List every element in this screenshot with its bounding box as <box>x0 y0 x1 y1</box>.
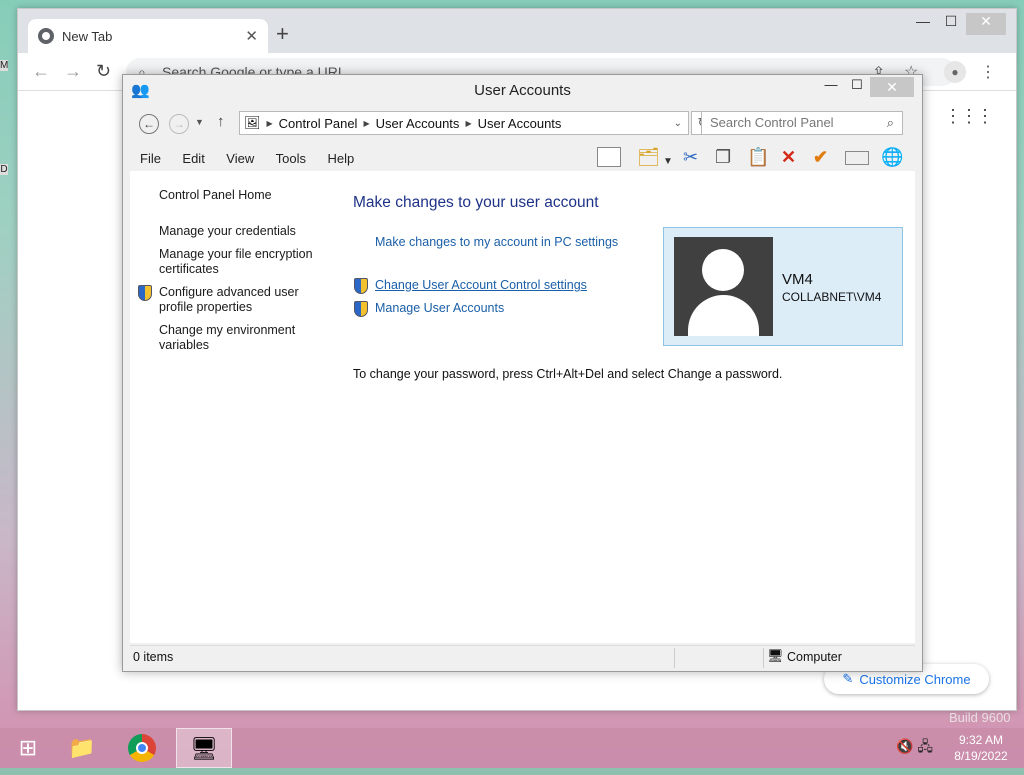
account-name: VM4 <box>782 271 813 288</box>
address-dropdown-icon[interactable]: ⌄ <box>674 118 682 129</box>
search-control-panel-input[interactable]: Search Control Panel ⌕ <box>701 111 903 135</box>
volume-muted-icon[interactable]: 🔇 <box>896 738 913 754</box>
pc-settings-link[interactable]: Make changes to my account in PC setting… <box>375 235 618 249</box>
breadcrumb-separator-icon[interactable]: ▶ <box>363 119 369 128</box>
sidebar-file-encryption[interactable]: Manage your file encryption certificates <box>159 247 324 277</box>
search-icon: ⌕ <box>886 115 894 130</box>
chrome-tab[interactable]: New Tab ✕ <box>28 19 268 53</box>
taskbar-clock[interactable]: 9:32 AM 8/19/2022 <box>946 732 1016 764</box>
breadcrumb-separator-icon[interactable]: ▶ <box>465 119 471 128</box>
account-card: VM4 COLLABNET\VM4 <box>663 227 903 346</box>
breadcrumb-user-accounts-current[interactable]: User Accounts <box>478 116 562 131</box>
status-divider <box>674 648 675 668</box>
forward-arrow-icon[interactable]: → <box>169 114 189 134</box>
user-accounts-window: 👥 User Accounts — ☐ ✕ ← → ▼ ↑ 🖼 ▶ Contro… <box>122 74 923 672</box>
sidebar-environment-variables[interactable]: Change my environment variables <box>159 323 309 353</box>
chrome-maximize-button[interactable]: ☐ <box>940 13 962 35</box>
toolbar-dropdown-icon[interactable]: ▼ <box>663 152 673 172</box>
sidebar-manage-credentials[interactable]: Manage your credentials <box>159 224 296 239</box>
uac-shield-icon <box>354 278 368 294</box>
cut-icon[interactable]: ✂ <box>683 147 698 167</box>
breadcrumb-user-accounts[interactable]: User Accounts <box>376 116 460 131</box>
manage-user-accounts-link[interactable]: Manage User Accounts <box>375 301 504 315</box>
chrome-favicon-icon <box>38 28 54 44</box>
rename-icon[interactable] <box>845 151 869 165</box>
back-button[interactable]: ← <box>32 61 50 82</box>
layout-pane-icon[interactable] <box>597 147 621 167</box>
address-bar[interactable]: 🖼 ▶ Control Panel ▶ User Accounts ▶ User… <box>239 111 689 135</box>
address-bar-row: ← → ▼ ↑ 🖼 ▶ Control Panel ▶ User Account… <box>131 111 916 137</box>
globe-icon[interactable]: 🌐 <box>881 147 903 167</box>
profile-avatar-icon[interactable]: ● <box>944 61 966 83</box>
taskbar: ⊞ 📁 🖥 🔇 🖧 9:32 AM 8/19/2022 <box>0 728 1024 768</box>
recent-locations-dropdown-icon[interactable]: ▼ <box>195 117 204 127</box>
network-icon[interactable]: 🖧 <box>917 738 933 754</box>
menu-tools[interactable]: Tools <box>276 151 306 166</box>
menu-help[interactable]: Help <box>327 151 354 166</box>
breadcrumb-separator-icon[interactable]: ▶ <box>267 119 273 128</box>
account-domain: COLLABNET\VM4 <box>782 290 882 304</box>
customize-chrome-label: Customize Chrome <box>859 671 971 687</box>
apps-grid-icon[interactable]: ⋮⋮⋮ <box>944 106 994 127</box>
tab-title: New Tab <box>62 28 113 44</box>
back-arrow-icon[interactable]: ← <box>139 114 159 134</box>
breadcrumb-control-panel[interactable]: Control Panel <box>279 116 358 131</box>
copy-icon[interactable]: ❐ <box>715 147 731 167</box>
uac-shield-icon <box>354 301 368 317</box>
chrome-tab-bar: New Tab ✕ + — ☐ ✕ <box>18 9 1016 53</box>
computer-icon: 🖥 <box>767 648 784 663</box>
file-explorer-icon[interactable]: 📁 <box>54 728 110 768</box>
start-windows-icon[interactable]: ⊞ <box>0 728 56 768</box>
status-divider <box>763 648 764 668</box>
minimize-button[interactable]: — <box>818 77 844 99</box>
status-item-count: 0 items <box>133 650 174 664</box>
close-button[interactable]: ✕ <box>870 77 914 97</box>
clock-time: 9:32 AM <box>958 733 1004 747</box>
pencil-icon: ✎ <box>842 671 854 686</box>
maximize-button[interactable]: ☐ <box>844 77 870 99</box>
system-tray: 🔇 🖧 <box>896 736 933 760</box>
paste-icon[interactable]: 📋 <box>747 147 769 167</box>
page-heading: Make changes to your user account <box>353 194 599 211</box>
up-arrow-icon[interactable]: ↑ <box>217 113 225 130</box>
windows-build-watermark: Build 9600 <box>949 710 1011 725</box>
chrome-taskbar-icon[interactable] <box>114 728 170 768</box>
user-avatar-icon <box>674 237 773 336</box>
control-panel-icon: 🖼 <box>244 115 261 130</box>
password-instructions: To change your password, press Ctrl+Alt+… <box>353 367 783 381</box>
control-panel-taskbar-icon[interactable]: 🖥 <box>176 728 232 768</box>
desktop-icon-label[interactable]: M <box>0 60 8 71</box>
status-bar: 0 items 🖥 Computer <box>130 645 915 669</box>
folder-properties-icon[interactable]: 🗂 <box>637 147 660 167</box>
window-title-bar[interactable]: 👥 User Accounts — ☐ ✕ <box>123 75 922 105</box>
chrome-close-button[interactable]: ✕ <box>966 13 1006 35</box>
menu-edit[interactable]: Edit <box>182 151 204 166</box>
forward-button[interactable]: → <box>64 61 82 82</box>
chrome-menu-icon[interactable]: ⋮ <box>980 62 996 82</box>
window-title: User Accounts <box>474 82 571 99</box>
uac-shield-icon <box>138 285 152 301</box>
new-tab-button[interactable]: + <box>276 23 289 45</box>
tab-close-icon[interactable]: ✕ <box>245 27 258 45</box>
status-location: Computer <box>787 650 842 664</box>
reload-button[interactable]: ↻ <box>96 61 111 82</box>
sidebar-advanced-profile[interactable]: Configure advanced user profile properti… <box>159 285 304 315</box>
properties-check-icon[interactable]: ✔ <box>813 147 828 167</box>
clock-date: 8/19/2022 <box>954 749 1008 763</box>
desktop-icon-label[interactable]: D <box>0 164 8 175</box>
uac-settings-link[interactable]: Change User Account Control settings <box>375 278 587 292</box>
chrome-minimize-button[interactable]: — <box>912 13 934 35</box>
menu-view[interactable]: View <box>226 151 254 166</box>
content-pane: Control Panel Home Manage your credentia… <box>130 171 915 643</box>
menu-bar: File Edit View Tools Help 🗂 ▼ ✂ ❐ 📋 ✕ ✔ … <box>131 143 916 171</box>
sidebar-control-panel-home[interactable]: Control Panel Home <box>159 188 272 203</box>
search-placeholder: Search Control Panel <box>710 115 834 130</box>
delete-icon[interactable]: ✕ <box>781 147 796 167</box>
menu-file[interactable]: File <box>140 151 161 166</box>
